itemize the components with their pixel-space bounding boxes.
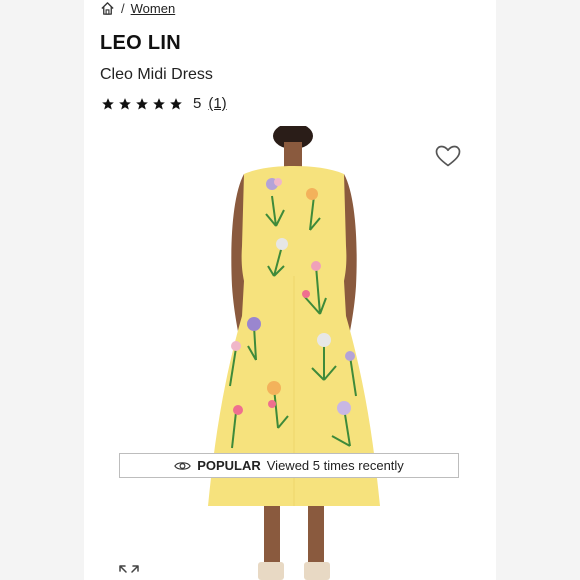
- heart-icon[interactable]: [434, 144, 462, 168]
- popular-text: Viewed 5 times recently: [266, 458, 404, 473]
- expand-icon[interactable]: [118, 564, 140, 580]
- review-count-link[interactable]: (1): [208, 95, 226, 112]
- star-icon: [102, 97, 114, 110]
- popular-label: POPULAR: [197, 458, 261, 473]
- breadcrumb-separator: /: [121, 0, 125, 16]
- popularity-badge: POPULAR Viewed 5 times recently: [119, 453, 459, 478]
- star-icon: [170, 97, 182, 110]
- rating-score: 5: [193, 95, 202, 112]
- breadcrumb-women-link[interactable]: Women: [131, 1, 176, 16]
- product-image[interactable]: [196, 126, 392, 580]
- product-title: Cleo Midi Dress: [100, 66, 213, 83]
- rating: 5 (1): [101, 95, 227, 112]
- star-icon: [119, 97, 131, 110]
- eye-icon: [174, 461, 192, 470]
- home-icon[interactable]: [100, 1, 115, 16]
- star-icon: [153, 97, 165, 110]
- star-icon: [136, 97, 148, 110]
- brand-name[interactable]: LEO LIN: [100, 32, 181, 55]
- breadcrumb: / Women: [100, 0, 175, 16]
